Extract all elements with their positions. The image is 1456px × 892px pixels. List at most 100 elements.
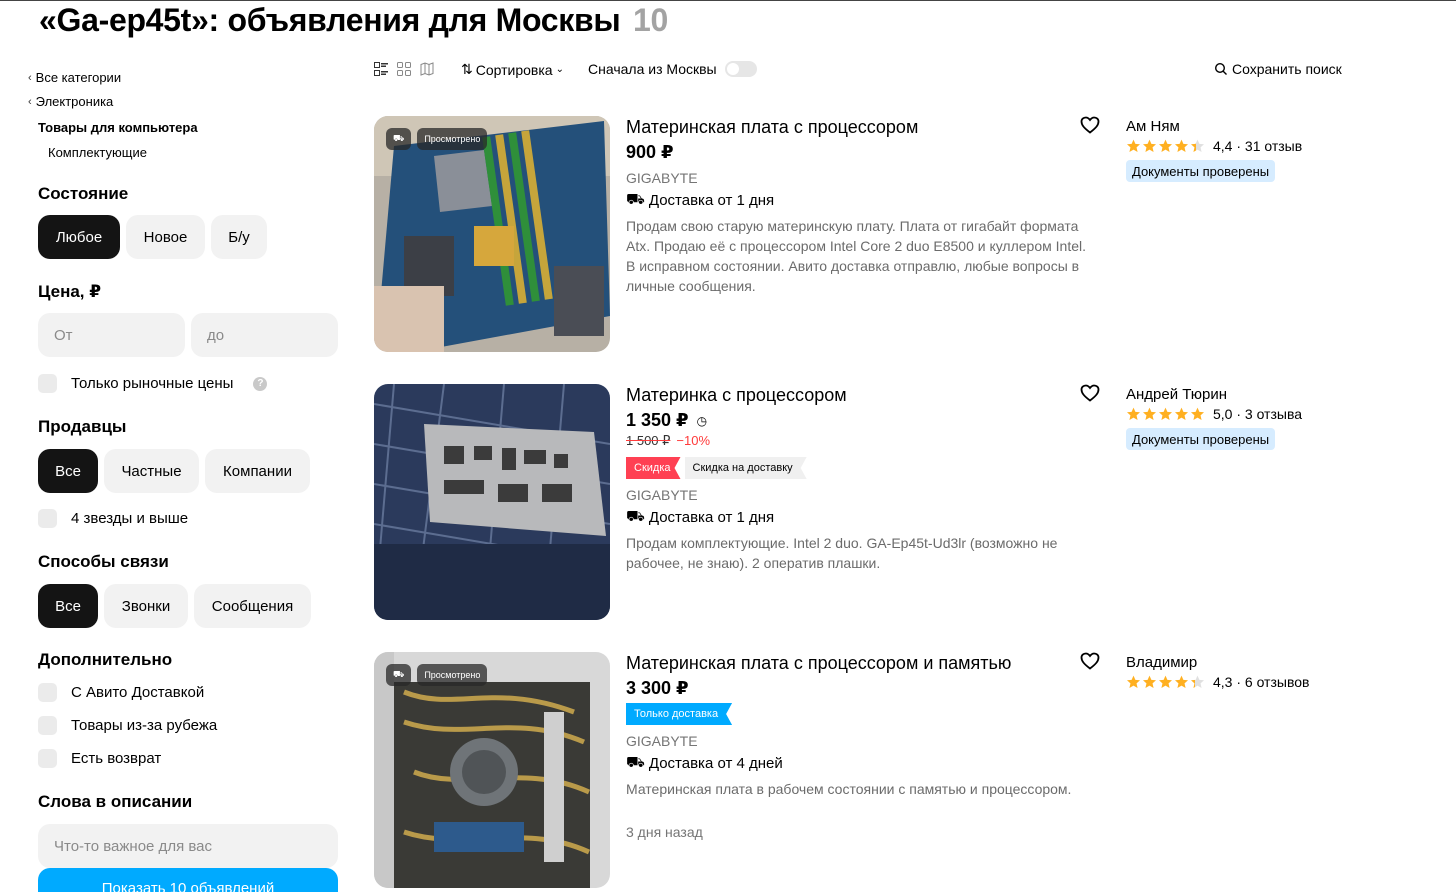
price-title: Цена, ₽ [38,282,102,301]
delivery-icon: ⛟ [626,191,645,208]
listing-brand: GIGABYTE [626,733,698,749]
listing-title[interactable]: Материнская плата с процессором и память… [626,653,1011,674]
seller-name[interactable]: Ам Ням [1126,118,1180,135]
show-results-button[interactable]: Показать 10 объявлений [38,868,338,892]
star-icon [1158,675,1173,688]
listing-description: Материнская плата в рабочем состоянии с … [626,781,1072,797]
listing-photo[interactable]: ⛟ Просмотрено [374,652,610,888]
abroad-checkbox[interactable]: Товары из-за рубежа [38,716,217,735]
old-price: 1 500 ₽ −10% [626,433,711,448]
checkbox-box[interactable] [38,374,57,393]
four-stars-checkbox[interactable]: 4 звезды и выше [38,509,188,528]
star-icon [1158,139,1173,152]
star-icon [1126,407,1141,420]
star-icon [1142,675,1157,688]
delivery-icon: ⛟ [386,128,412,150]
market-price-checkbox[interactable]: Только рыночные цены? [38,374,268,393]
condition-new-button[interactable]: Новое [126,215,205,259]
checkbox-box[interactable] [38,683,57,702]
listing-card[interactable]: ⛟ Просмотрено Материнская плата с процес… [374,652,1374,892]
checkbox-box[interactable] [38,749,57,768]
star-icon [1142,407,1157,420]
chevron-left-icon: ‹ [28,71,32,84]
star-icon [1190,139,1205,152]
contact-selector: Все Звонки Сообщения [38,584,311,628]
listing-price: 900 ₽ [626,142,674,162]
results-toolbar: ⇅ Сортировка ⌄ Сначала из Москвы Сохранить… [374,59,1354,83]
sellers-all-button[interactable]: Все [38,449,98,493]
seller-name[interactable]: Владимир [1126,654,1197,671]
favorite-heart-icon[interactable] [1080,652,1100,670]
list-view-icon[interactable] [374,62,388,76]
contact-messages-button[interactable]: Сообщения [194,584,311,628]
crumb-all-categories[interactable]: ‹ Все категории [28,70,121,85]
photo-badges: ⛟ Просмотрено [386,128,488,150]
price-to-input[interactable] [191,313,338,357]
subcategory-link[interactable]: Комплектующие [48,145,147,160]
discount-percent: −10% [676,433,711,448]
sellers-selector: Все Частные Компании [38,449,310,493]
favorite-heart-icon[interactable] [1080,116,1100,134]
sellers-private-button[interactable]: Частные [104,449,199,493]
star-rating [1126,675,1205,689]
listing-delivery: ⛟ Доставка от 1 дня [626,508,775,526]
listing-description: Продам комплектующие. Intel 2 duo. GA-Ep… [626,535,1058,571]
star-icon [1174,675,1189,688]
sellers-title: Продавцы [38,417,127,436]
listing-card[interactable]: Материнка с процессором 1 350 ₽ ◷ 1 500 ₽… [374,384,1374,624]
delivery-only-tag: Только доставка [626,703,732,725]
sellers-companies-button[interactable]: Компании [205,449,310,493]
star-icon [1190,407,1205,420]
listing-photo[interactable] [374,384,610,620]
avito-delivery-checkbox[interactable]: С Авито Доставкой [38,683,204,702]
favorite-heart-icon[interactable] [1080,384,1100,402]
return-checkbox[interactable]: Есть возврат [38,749,161,768]
viewed-badge: Просмотрено [417,128,488,150]
filters-sidebar: ‹ Все категории ‹ Электроника Товары для к… [0,1,360,892]
contact-calls-button[interactable]: Звонки [104,584,188,628]
listing-photo[interactable]: ⛟ Просмотрено [374,116,610,352]
star-icon [1158,407,1173,420]
docs-verified-badge: Документы проверены [1126,428,1276,450]
condition-any-button[interactable]: Любое [38,215,120,259]
listing-price: 3 300 ₽ [626,678,689,698]
contact-all-button[interactable]: Все [38,584,98,628]
checkbox-box[interactable] [38,509,57,528]
listing-price: 1 350 ₽ ◷ [626,410,708,430]
chevron-left-icon: ‹ [28,95,32,108]
delivery-icon: ⛟ [626,754,645,771]
crumb-electronics[interactable]: ‹ Электроника [28,94,113,109]
listing-card[interactable]: ⛟ Просмотрено Материнская плата с процес… [374,116,1374,356]
listing-tags: Скидка Скидка на доставку [626,457,807,479]
grid-view-icon[interactable] [397,62,411,76]
checkbox-box[interactable] [38,716,57,735]
star-icon [1126,139,1141,152]
star-icon [1174,139,1189,152]
discount-tag: Скидка [626,457,681,479]
listing-description: Продам свою старую материнскую плату. Пл… [626,218,1086,294]
star-icon [1142,139,1157,152]
sort-dropdown[interactable]: ⇅ Сортировка ⌄ [461,61,564,78]
map-view-icon[interactable] [420,62,434,76]
seller-rating: 5,0 · 3 отзыва [1126,406,1302,422]
listing-date: 3 дня назад [626,824,703,840]
delivery-discount-tag: Скидка на доставку [685,457,807,479]
viewed-badge: Просмотрено [417,664,488,686]
current-category: Товары для компьютера [38,120,198,135]
condition-used-button[interactable]: Б/у [211,215,267,259]
extra-title: Дополнительно [38,650,173,669]
toggle-switch[interactable] [724,61,757,77]
help-icon[interactable]: ? [253,376,268,391]
seller-name[interactable]: Андрей Тюрин [1126,386,1227,403]
chevron-down-icon: ⌄ [555,64,564,75]
listing-title[interactable]: Материнка с процессором [626,385,847,406]
moscow-first-toggle[interactable]: Сначала из Москвы [588,61,757,77]
condition-title: Состояние [38,184,129,203]
price-from-input[interactable] [38,313,185,357]
save-search-button[interactable]: Сохранить поиск [1214,61,1342,77]
delivery-icon: ⛟ [386,664,412,686]
listing-title[interactable]: Материнская плата с процессором [626,117,918,138]
contact-title: Способы связи [38,552,169,571]
listing-brand: GIGABYTE [626,170,698,186]
description-words-input[interactable] [38,824,338,868]
